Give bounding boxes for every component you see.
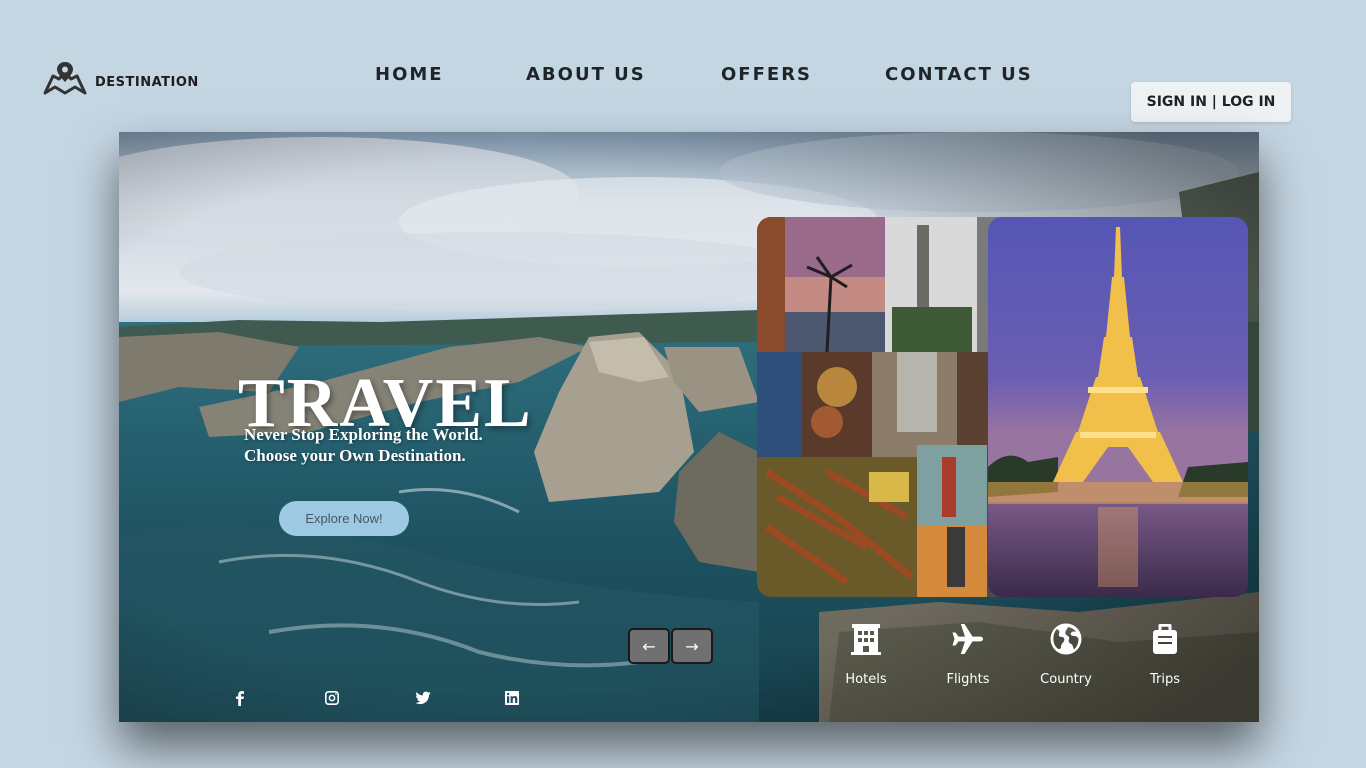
feature-country-label: Country [1040, 672, 1092, 687]
eiffel-tower-photo [988, 217, 1248, 597]
sign-in-button[interactable]: SIGN IN | LOG IN [1131, 82, 1291, 122]
linkedin-icon [505, 691, 519, 705]
slider-next-button[interactable]: → [671, 628, 713, 664]
feature-trips[interactable]: Trips [1125, 622, 1205, 687]
luggage-icon [1153, 624, 1177, 654]
facebook-icon [236, 691, 244, 706]
hero-tagline: Never Stop Exploring the World. Choose y… [244, 424, 483, 466]
hotel-icon [851, 624, 881, 655]
collage-image [757, 217, 1007, 597]
tagline-line-2: Choose your Own Destination. [244, 446, 466, 465]
instagram-link[interactable] [323, 689, 341, 707]
destination-photo-collage [757, 217, 1007, 597]
feature-flights[interactable]: Flights [928, 622, 1008, 687]
eiffel-tower-image [988, 217, 1248, 597]
nav-item-home[interactable]: HOME [375, 64, 444, 85]
nav-item-about-us[interactable]: ABOUT US [526, 64, 646, 85]
nav-item-offers[interactable]: OFFERS [721, 64, 812, 85]
slider-prev-button[interactable]: ← [628, 628, 670, 664]
globe-icon [1050, 623, 1082, 655]
feature-hotels-label: Hotels [845, 672, 887, 687]
feature-hotels[interactable]: Hotels [826, 622, 906, 687]
feature-flights-label: Flights [946, 672, 990, 687]
instagram-icon [325, 691, 339, 705]
plane-icon [952, 624, 983, 654]
explore-now-button[interactable]: Explore Now! [279, 501, 409, 536]
twitter-link[interactable] [414, 689, 432, 707]
facebook-link[interactable] [231, 689, 249, 707]
arrow-left-icon: ← [642, 636, 656, 656]
hero-section: TRAVEL Never Stop Exploring the World. C… [119, 132, 1259, 722]
feature-trips-label: Trips [1149, 672, 1180, 687]
arrow-right-icon: → [685, 636, 699, 656]
linkedin-link[interactable] [503, 689, 521, 707]
feature-country[interactable]: Country [1026, 622, 1106, 687]
twitter-icon [415, 691, 431, 705]
tagline-line-1: Never Stop Exploring the World. [244, 425, 483, 444]
nav-item-contact-us[interactable]: CONTACT US [885, 64, 1033, 85]
